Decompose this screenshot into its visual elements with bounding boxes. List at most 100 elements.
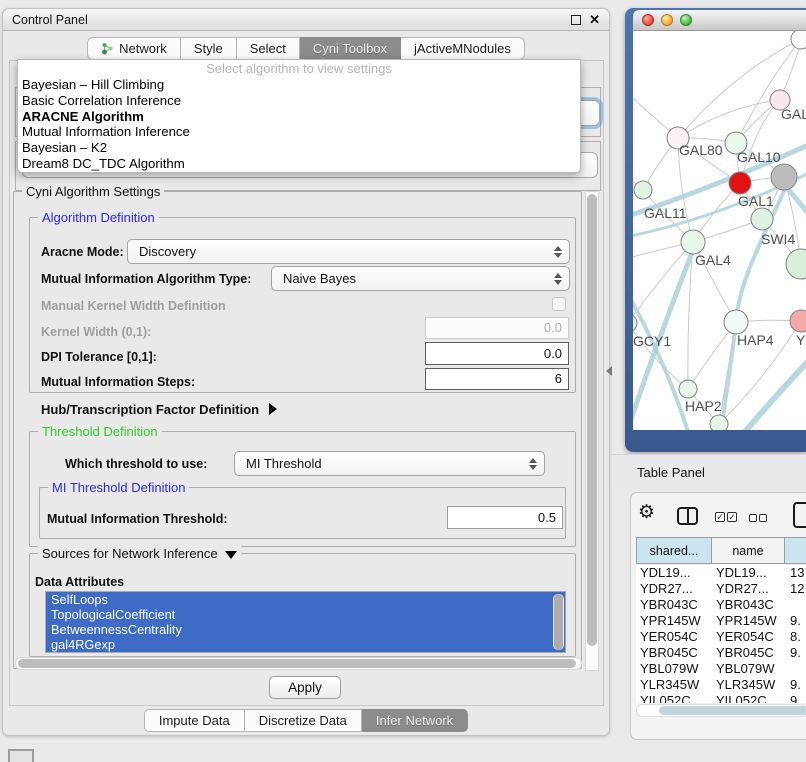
mi-threshold-groupbox: MI Threshold Definition Mutual Informati… — [39, 487, 566, 539]
table-row[interactable]: YBR043CYBR043C — [636, 597, 806, 613]
dropdown-item-aracne-algorithm[interactable]: ARACNE Algorithm — [18, 109, 580, 125]
which-threshold-label: Which threshold to use: — [65, 457, 207, 471]
scrollbar-thumb[interactable] — [587, 194, 597, 646]
close-icon[interactable]: ✕ — [589, 12, 600, 28]
network-node[interactable] — [729, 172, 751, 194]
gear-icon[interactable]: ⚙ — [638, 503, 655, 523]
column-header-shared-[interactable]: shared... — [636, 537, 712, 564]
network-edge[interactable] — [633, 289, 689, 430]
tab-discretize-data[interactable]: Discretize Data — [245, 709, 362, 732]
network-node[interactable] — [791, 31, 806, 49]
scrollbar-thumb[interactable] — [659, 706, 806, 715]
tab-select[interactable]: Select — [237, 37, 300, 60]
table-row[interactable]: YBR045CYBR045C9. — [636, 645, 806, 661]
column-header-name[interactable]: name — [711, 537, 785, 564]
attribute-list-scrollbar[interactable] — [553, 594, 564, 650]
tab-cyni-toolbox[interactable]: Cyni Toolbox — [300, 37, 401, 60]
table-cell: YER054C — [636, 629, 712, 645]
kernel-width-field[interactable]: 0.0 — [425, 317, 569, 339]
table-horizontal-scrollbar[interactable] — [636, 704, 806, 717]
unchecked-checkbox-icon[interactable] — [749, 514, 757, 522]
attribute-item-topologicalcoefficient[interactable]: TopologicalCoefficient — [46, 607, 565, 622]
settings-vertical-scrollbar[interactable] — [585, 191, 599, 671]
network-node[interactable] — [710, 415, 728, 430]
table-row[interactable]: YPR145WYPR145W9. — [636, 613, 806, 629]
dropdown-item-mutual-information-inference[interactable]: Mutual Information Inference — [18, 124, 580, 140]
network-edge[interactable] — [678, 39, 801, 138]
kernel-width-label: Kernel Width (0,1): — [41, 325, 151, 339]
table-cell: YIL052C — [636, 693, 712, 703]
table-cell: 8. — [786, 629, 806, 645]
hub-definition-toggle[interactable]: Hub/Transcription Factor Definition — [41, 402, 277, 417]
algorithm-dropdown[interactable]: Select algorithm to view settings Bayesi… — [17, 59, 581, 173]
dropdown-item-bayesian-k2[interactable]: Bayesian – K2 — [18, 140, 580, 156]
table-row[interactable]: YLR345WYLR345W9. — [636, 677, 806, 693]
node-label-gal80: GAL80 — [679, 142, 723, 158]
top-tab-bar: NetworkStyleSelectCyni ToolboxjActiveMNo… — [3, 36, 609, 60]
columns-icon[interactable] — [677, 507, 698, 525]
tab-style[interactable]: Style — [181, 37, 237, 60]
network-node-y[interactable] — [790, 310, 806, 332]
attribute-item-selfloops[interactable]: SelfLoops — [46, 592, 565, 607]
scrollbar-thumb[interactable] — [554, 594, 563, 650]
mi-type-value: Naive Bayes — [283, 267, 569, 290]
sources-toggle[interactable]: Sources for Network Inference — [38, 546, 241, 561]
network-node-gal1[interactable] — [751, 208, 773, 230]
mi-threshold-field[interactable]: 0.5 — [447, 506, 563, 529]
unchecked-checkbox-icon[interactable] — [759, 514, 767, 522]
table-row[interactable]: YBL079WYBL079W — [636, 661, 806, 677]
which-threshold-combobox[interactable]: MI Threshold — [234, 451, 545, 476]
network-node-gal11[interactable] — [634, 181, 652, 199]
dropdown-item-basic-correlation-inference[interactable]: Basic Correlation Inference — [18, 93, 580, 109]
checked-checkbox-icon[interactable]: ✓ — [727, 512, 737, 522]
tab-impute-data[interactable]: Impute Data — [144, 709, 245, 732]
network-node-gal4[interactable] — [681, 230, 705, 254]
network-node-gcy1[interactable] — [633, 314, 637, 332]
node-label-gal1: GAL1 — [738, 193, 774, 209]
network-node-swi4[interactable] — [786, 249, 806, 279]
sources-groupbox: Sources for Network Inference Data Attri… — [29, 553, 576, 657]
threshold-definition-groupbox: Threshold Definition Which threshold to … — [29, 431, 576, 547]
dropdown-item-bayesian-hill-climbing[interactable]: Bayesian – Hill Climbing — [18, 77, 580, 93]
attribute-item-gal4rgexp[interactable]: gal4RGexp — [46, 637, 565, 652]
network-canvas[interactable]: GALGAL80GAL10GAL1GAL11SWI4GAL4GCY1HAP4YH… — [633, 31, 806, 430]
function-builder-icon[interactable] — [793, 502, 806, 528]
network-edge[interactable] — [678, 100, 780, 138]
network-node-hap2[interactable] — [679, 380, 697, 398]
table-cell: YPR145W — [712, 613, 786, 629]
minimized-panel-icon[interactable] — [8, 749, 34, 762]
table-row[interactable]: YIL052CYIL052C9. — [636, 693, 806, 703]
table-row[interactable]: YER054CYER054C8. — [636, 629, 806, 645]
mi-steps-field[interactable]: 6 — [425, 368, 569, 390]
manual-kernel-checkbox[interactable] — [552, 297, 566, 311]
float-window-icon[interactable] — [571, 15, 581, 25]
attribute-item-betweennesscentrality[interactable]: BetweennessCentrality — [46, 622, 565, 637]
settings-horizontal-scrollbar[interactable] — [15, 657, 582, 670]
network-node-hap4[interactable] — [724, 310, 748, 334]
control-panel-titlebar: Control Panel ✕ — [3, 9, 609, 31]
checked-checkbox-icon[interactable]: ✓ — [715, 512, 725, 522]
mi-type-combobox[interactable]: Naive Bayes — [271, 266, 570, 291]
dropdown-item-dream8-dc-tdc-algorithm[interactable]: Dream8 DC_TDC Algorithm — [18, 156, 580, 172]
zoom-traffic-light-icon[interactable] — [680, 14, 692, 26]
aracne-mode-combobox[interactable]: Discovery — [127, 239, 570, 264]
tab-infer-network[interactable]: Infer Network — [362, 709, 468, 732]
network-edge[interactable] — [736, 39, 801, 143]
table-cell: 9. — [786, 645, 806, 661]
panel-splitter-arrow[interactable] — [606, 366, 612, 376]
tab-network[interactable]: Network — [87, 37, 181, 60]
dpi-tolerance-field[interactable]: 0.0 — [425, 342, 569, 365]
node-label-gal11: GAL11 — [644, 205, 687, 221]
minimize-traffic-light-icon[interactable] — [661, 14, 673, 26]
algorithm-definition-title: Algorithm Definition — [38, 210, 159, 225]
table-row[interactable]: YDL19...YDL19...13 — [636, 565, 806, 581]
column-header-a[interactable]: A — [784, 537, 806, 564]
apply-button[interactable]: Apply — [269, 676, 341, 699]
close-traffic-light-icon[interactable] — [642, 14, 654, 26]
table-row[interactable]: YDR27...YDR27...12 — [636, 581, 806, 597]
scrollbar-thumb[interactable] — [18, 659, 576, 668]
node-label-hap4: HAP4 — [737, 332, 774, 348]
tab-jactivemnodules[interactable]: jActiveMNodules — [401, 37, 525, 60]
network-node[interactable] — [771, 164, 797, 190]
attribute-list-box: SelfLoopsTopologicalCoefficientBetweenne… — [45, 591, 566, 653]
